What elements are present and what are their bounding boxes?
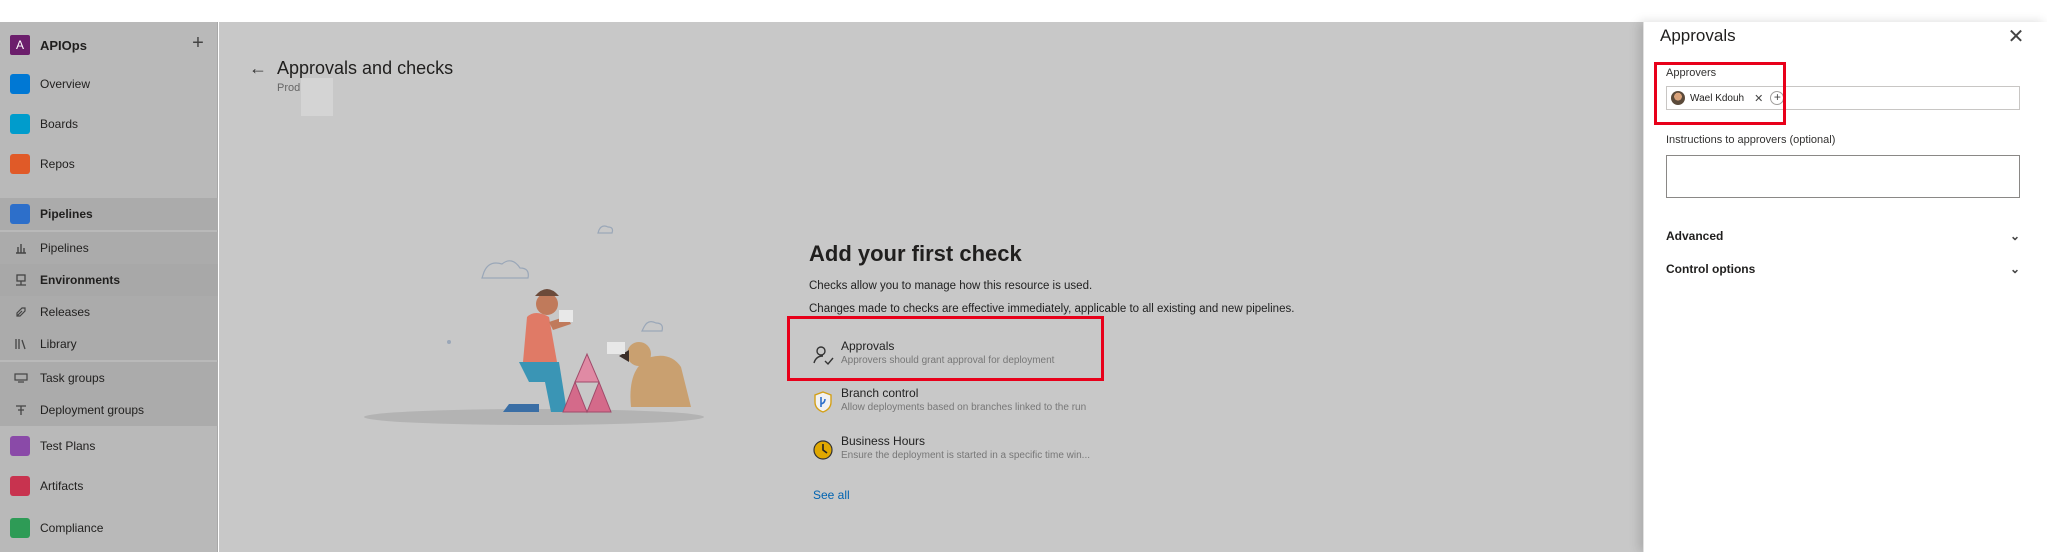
nav-item-test-plans[interactable]: Test Plans bbox=[0, 430, 218, 462]
subtitle-placeholder bbox=[301, 78, 333, 116]
approvals-panel: Approvals ✕ Approvers Wael Kdouh ✕ + Ins… bbox=[1643, 22, 2047, 552]
nav-item-label: Library bbox=[40, 337, 77, 351]
check-title: Business Hours bbox=[841, 434, 926, 448]
nav-item-label: Pipelines bbox=[40, 241, 89, 255]
main-content: ← Approvals and checks Prod Add your fir… bbox=[219, 22, 1643, 552]
nav-item-boards[interactable]: Boards bbox=[0, 108, 218, 140]
control-options-section-toggle[interactable]: Control options ⌄ bbox=[1666, 262, 2020, 282]
pipelines-icon bbox=[10, 204, 30, 224]
overview-icon bbox=[10, 74, 30, 94]
check-option-business-hours[interactable]: Business Hours Ensure the deployment is … bbox=[811, 432, 1111, 472]
nav-item-pipelines[interactable]: Pipelines bbox=[0, 198, 218, 230]
check-desc: Allow deployments based on branches link… bbox=[841, 402, 1087, 413]
nav-subitem-releases[interactable]: Releases bbox=[0, 296, 218, 328]
artifacts-icon bbox=[10, 476, 30, 496]
releases-icon bbox=[14, 305, 28, 319]
deployment-groups-icon bbox=[14, 403, 28, 417]
nav-subitem-pipelines[interactable]: Pipelines bbox=[0, 232, 218, 264]
org-avatar: A bbox=[10, 35, 30, 55]
highlight-approvals-option bbox=[787, 316, 1104, 381]
chevron-down-icon: ⌄ bbox=[2009, 262, 2020, 276]
check-title: Branch control bbox=[841, 386, 919, 400]
environments-icon bbox=[14, 273, 28, 287]
panel-title: Approvals bbox=[1660, 26, 1736, 45]
test-plans-icon bbox=[10, 436, 30, 456]
new-project-button[interactable]: + bbox=[188, 32, 208, 56]
left-nav: A APIOps + Overview Boards Repos Pipelin… bbox=[0, 22, 218, 552]
nav-subitem-task-groups[interactable]: Task groups bbox=[0, 362, 218, 394]
pipelines-sub-icon bbox=[14, 241, 28, 255]
nav-item-label: Artifacts bbox=[40, 479, 84, 493]
nav-subitem-library[interactable]: Library bbox=[0, 328, 218, 360]
nav-item-label: Boards bbox=[40, 117, 79, 131]
advanced-label: Advanced bbox=[1666, 229, 1724, 243]
highlight-approvers-field bbox=[1654, 62, 1786, 125]
nav-item-artifacts[interactable]: Artifacts bbox=[0, 470, 218, 502]
page-subtitle: Prod bbox=[277, 82, 301, 94]
task-groups-icon bbox=[14, 371, 28, 385]
boards-icon bbox=[10, 114, 30, 134]
control-options-label: Control options bbox=[1666, 262, 1756, 276]
nav-item-repos[interactable]: Repos bbox=[0, 148, 218, 180]
back-button[interactable]: ← bbox=[249, 58, 267, 79]
instructions-textarea[interactable] bbox=[1666, 155, 2020, 198]
nav-subitem-deployment-groups[interactable]: Deployment groups bbox=[0, 394, 218, 426]
nav-item-compliance[interactable]: Compliance bbox=[0, 512, 218, 544]
app-shell: A APIOps + Overview Boards Repos Pipelin… bbox=[0, 22, 2047, 552]
advanced-section-toggle[interactable]: Advanced ⌄ bbox=[1666, 229, 2020, 249]
instructions-label: Instructions to approvers (optional) bbox=[1666, 134, 1836, 146]
nav-item-label: Compliance bbox=[40, 521, 104, 535]
nav-item-label: Deployment groups bbox=[40, 403, 145, 417]
nav-item-label: Overview bbox=[40, 77, 91, 91]
nav-item-overview[interactable]: Overview bbox=[0, 68, 218, 100]
clock-icon bbox=[811, 438, 835, 462]
nav-item-label: Repos bbox=[40, 157, 75, 171]
org-header[interactable]: A APIOps + bbox=[0, 32, 218, 64]
check-option-branch-control[interactable]: Branch control Allow deployments based o… bbox=[811, 384, 1111, 424]
nav-item-label: Pipelines bbox=[40, 207, 93, 221]
nav-item-label: Test Plans bbox=[40, 439, 96, 453]
compliance-icon bbox=[10, 518, 30, 538]
shield-branch-icon bbox=[811, 390, 835, 414]
nav-item-label: Environments bbox=[40, 273, 121, 287]
library-icon bbox=[14, 337, 28, 351]
repos-icon bbox=[10, 154, 30, 174]
nav-item-label: Task groups bbox=[40, 371, 105, 385]
close-icon[interactable]: ✕ bbox=[2004, 26, 2028, 50]
app-window: A APIOps + Overview Boards Repos Pipelin… bbox=[0, 0, 2047, 552]
nav-item-label: Releases bbox=[40, 305, 91, 319]
empty-state-title: Add your first check bbox=[809, 241, 1022, 266]
check-desc: Ensure the deployment is started in a sp… bbox=[841, 450, 1091, 461]
empty-state-illustration bbox=[349, 192, 729, 442]
top-strip bbox=[0, 0, 2047, 22]
empty-state-line1: Checks allow you to manage how this reso… bbox=[809, 280, 1093, 292]
see-all-link[interactable]: See all bbox=[813, 488, 850, 502]
org-name: APIOps bbox=[40, 38, 87, 53]
nav-subitem-environments[interactable]: Environments bbox=[0, 264, 218, 296]
empty-state: Add your first check Checks allow you to… bbox=[809, 241, 1369, 321]
page-title: Approvals and checks bbox=[277, 58, 454, 78]
chevron-down-icon: ⌄ bbox=[2009, 229, 2020, 243]
